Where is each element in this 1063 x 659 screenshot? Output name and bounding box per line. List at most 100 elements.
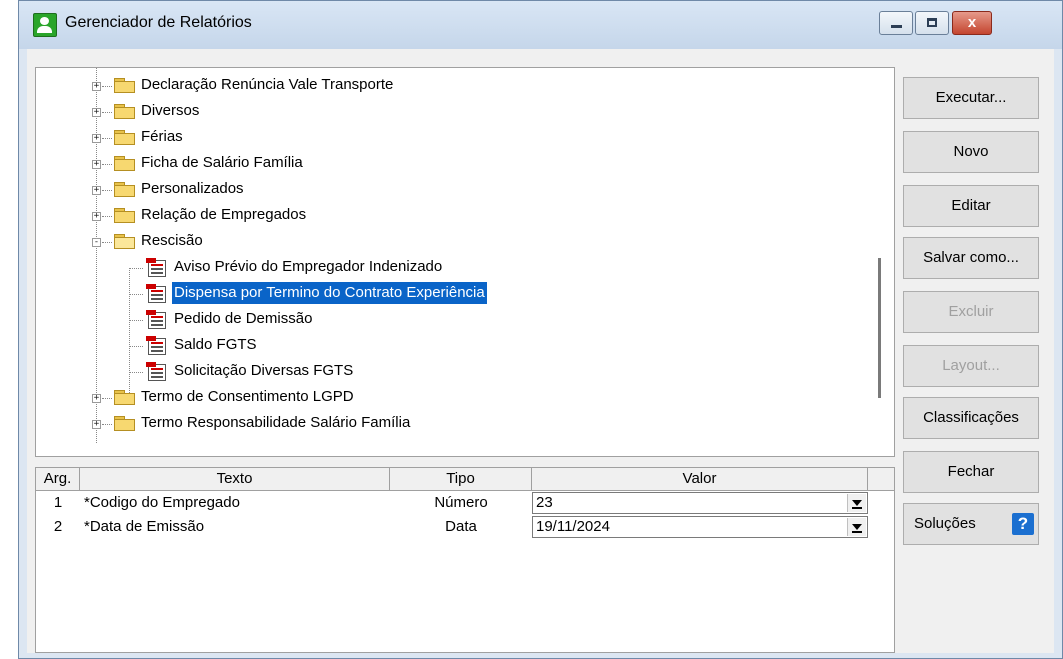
cell-arg: 1 xyxy=(53,494,63,511)
solucoes-label: Soluções xyxy=(914,515,976,532)
report-icon xyxy=(146,362,168,382)
classificacoes-button[interactable]: Classificações xyxy=(903,397,1039,439)
folder-icon xyxy=(114,104,136,119)
tree-node-report[interactable]: Solicitação Diversas FGTS xyxy=(36,360,836,384)
folder-icon xyxy=(114,390,136,405)
maximize-button[interactable] xyxy=(915,11,949,35)
tree-node-label: Ficha de Salário Família xyxy=(141,154,303,171)
cell-arg: 2 xyxy=(53,518,63,535)
folder-icon xyxy=(114,182,136,197)
client-area: + Declaração Renúncia Vale Transporte + … xyxy=(27,49,1054,653)
tree-node-label: Pedido de Demissão xyxy=(174,310,313,327)
tree-connector xyxy=(102,242,112,243)
tree-node-report-selected[interactable]: Dispensa por Termino do Contrato Experiê… xyxy=(36,282,836,306)
folder-icon xyxy=(114,416,136,431)
tree-connector xyxy=(102,112,112,113)
report-icon xyxy=(146,258,168,278)
window-title: Gerenciador de Relatórios xyxy=(65,14,252,31)
tree-node-label: Relação de Empregados xyxy=(141,206,307,223)
tree-connector xyxy=(102,398,112,399)
tree-node-folder[interactable]: + Diversos xyxy=(36,100,836,124)
tree-connector xyxy=(102,138,112,139)
tree-node-label: Solicitação Diversas FGTS xyxy=(174,362,354,379)
fechar-button[interactable]: Fechar xyxy=(903,451,1039,493)
valor-combo[interactable]: 23 xyxy=(532,492,868,514)
dropdown-arrow-icon[interactable] xyxy=(847,494,866,512)
close-button[interactable]: x xyxy=(952,11,992,35)
tree-connector xyxy=(129,294,143,295)
tree-node-folder[interactable]: + Personalizados xyxy=(36,178,836,202)
background-edge xyxy=(0,0,18,659)
tree-node-folder[interactable]: + Termo de Consentimento LGPD xyxy=(36,386,836,410)
tree-node-report[interactable]: Aviso Prévio do Empregador Indenizado xyxy=(36,256,836,280)
tree-node-folder[interactable]: + Relação de Empregados xyxy=(36,204,836,228)
cell-tipo: Número xyxy=(434,494,488,511)
tree-node-label: Aviso Prévio do Empregador Indenizado xyxy=(174,258,443,275)
tree-connector xyxy=(129,320,143,321)
table-row[interactable]: 2 *Data de Emissão Data 19/11/2024 xyxy=(36,515,894,539)
tree-node-folder[interactable]: + Termo Responsabilidade Salário Família xyxy=(36,412,836,436)
editar-button[interactable]: Editar xyxy=(903,185,1039,227)
expand-icon[interactable]: + xyxy=(92,212,101,221)
title-bar[interactable]: Gerenciador de Relatórios x xyxy=(19,1,1062,49)
expand-icon[interactable]: + xyxy=(92,420,101,429)
combo-value: 23 xyxy=(536,494,553,511)
report-tree[interactable]: + Declaração Renúncia Vale Transporte + … xyxy=(35,67,895,457)
column-header-valor[interactable]: Valor xyxy=(532,468,868,490)
cell-texto: *Codigo do Empregado xyxy=(84,494,240,511)
tree-connector xyxy=(129,268,143,269)
tree-node-folder-open[interactable]: - Rescisão xyxy=(36,230,836,254)
column-header-texto[interactable]: Texto xyxy=(80,468,390,490)
cell-tipo: Data xyxy=(445,518,477,535)
excluir-button[interactable]: Excluir xyxy=(903,291,1039,333)
folder-icon xyxy=(114,78,136,93)
tree-node-folder[interactable]: + Férias xyxy=(36,126,836,150)
grid-header: Arg. Texto Tipo Valor xyxy=(36,468,894,491)
tree-scrollbar-thumb[interactable] xyxy=(878,258,881,398)
tree-node-label: Férias xyxy=(141,128,183,145)
executar-button[interactable]: Executar... xyxy=(903,77,1039,119)
salvar-como-button[interactable]: Salvar como... xyxy=(903,237,1039,279)
expand-icon[interactable]: + xyxy=(92,82,101,91)
tree-connector xyxy=(102,164,112,165)
expand-icon[interactable]: + xyxy=(92,394,101,403)
expand-icon[interactable]: + xyxy=(92,134,101,143)
tree-node-label: Dispensa por Termino do Contrato Experiê… xyxy=(172,282,487,304)
folder-icon xyxy=(114,156,136,171)
report-manager-window: Gerenciador de Relatórios x + Declaração… xyxy=(18,0,1063,659)
cell-texto: *Data de Emissão xyxy=(84,518,205,535)
maximize-icon xyxy=(927,18,937,27)
expand-icon[interactable]: + xyxy=(92,108,101,117)
novo-button[interactable]: Novo xyxy=(903,131,1039,173)
tree-node-report[interactable]: Saldo FGTS xyxy=(36,334,836,358)
app-user-icon xyxy=(33,13,57,37)
folder-icon xyxy=(114,130,136,145)
tree-connector xyxy=(102,190,112,191)
dropdown-arrow-icon[interactable] xyxy=(847,518,866,536)
minimize-button[interactable] xyxy=(879,11,913,35)
minimize-icon xyxy=(891,25,902,28)
tree-node-folder[interactable]: + Ficha de Salário Família xyxy=(36,152,836,176)
tree-connector xyxy=(102,86,112,87)
column-header-arg[interactable]: Arg. xyxy=(36,468,80,490)
expand-icon[interactable]: + xyxy=(92,160,101,169)
close-icon: x xyxy=(967,14,977,31)
help-icon: ? xyxy=(1012,513,1034,535)
report-icon xyxy=(146,284,168,304)
tree-node-label: Termo Responsabilidade Salário Família xyxy=(141,414,411,431)
expand-icon[interactable]: + xyxy=(92,186,101,195)
open-folder-icon xyxy=(114,234,136,249)
tree-node-folder[interactable]: + Declaração Renúncia Vale Transporte xyxy=(36,74,836,98)
arguments-grid[interactable]: Arg. Texto Tipo Valor 1 *Codigo do Empre… xyxy=(35,467,895,653)
folder-icon xyxy=(114,208,136,223)
tree-node-label: Rescisão xyxy=(141,232,203,249)
collapse-icon[interactable]: - xyxy=(92,238,101,247)
tree-connector xyxy=(129,346,143,347)
column-header-tipo[interactable]: Tipo xyxy=(390,468,532,490)
solucoes-button[interactable]: Soluções ? xyxy=(903,503,1039,545)
layout-button[interactable]: Layout... xyxy=(903,345,1039,387)
table-row[interactable]: 1 *Codigo do Empregado Número 23 xyxy=(36,491,894,515)
valor-combo[interactable]: 19/11/2024 xyxy=(532,516,868,538)
tree-node-report[interactable]: Pedido de Demissão xyxy=(36,308,836,332)
report-icon xyxy=(146,310,168,330)
